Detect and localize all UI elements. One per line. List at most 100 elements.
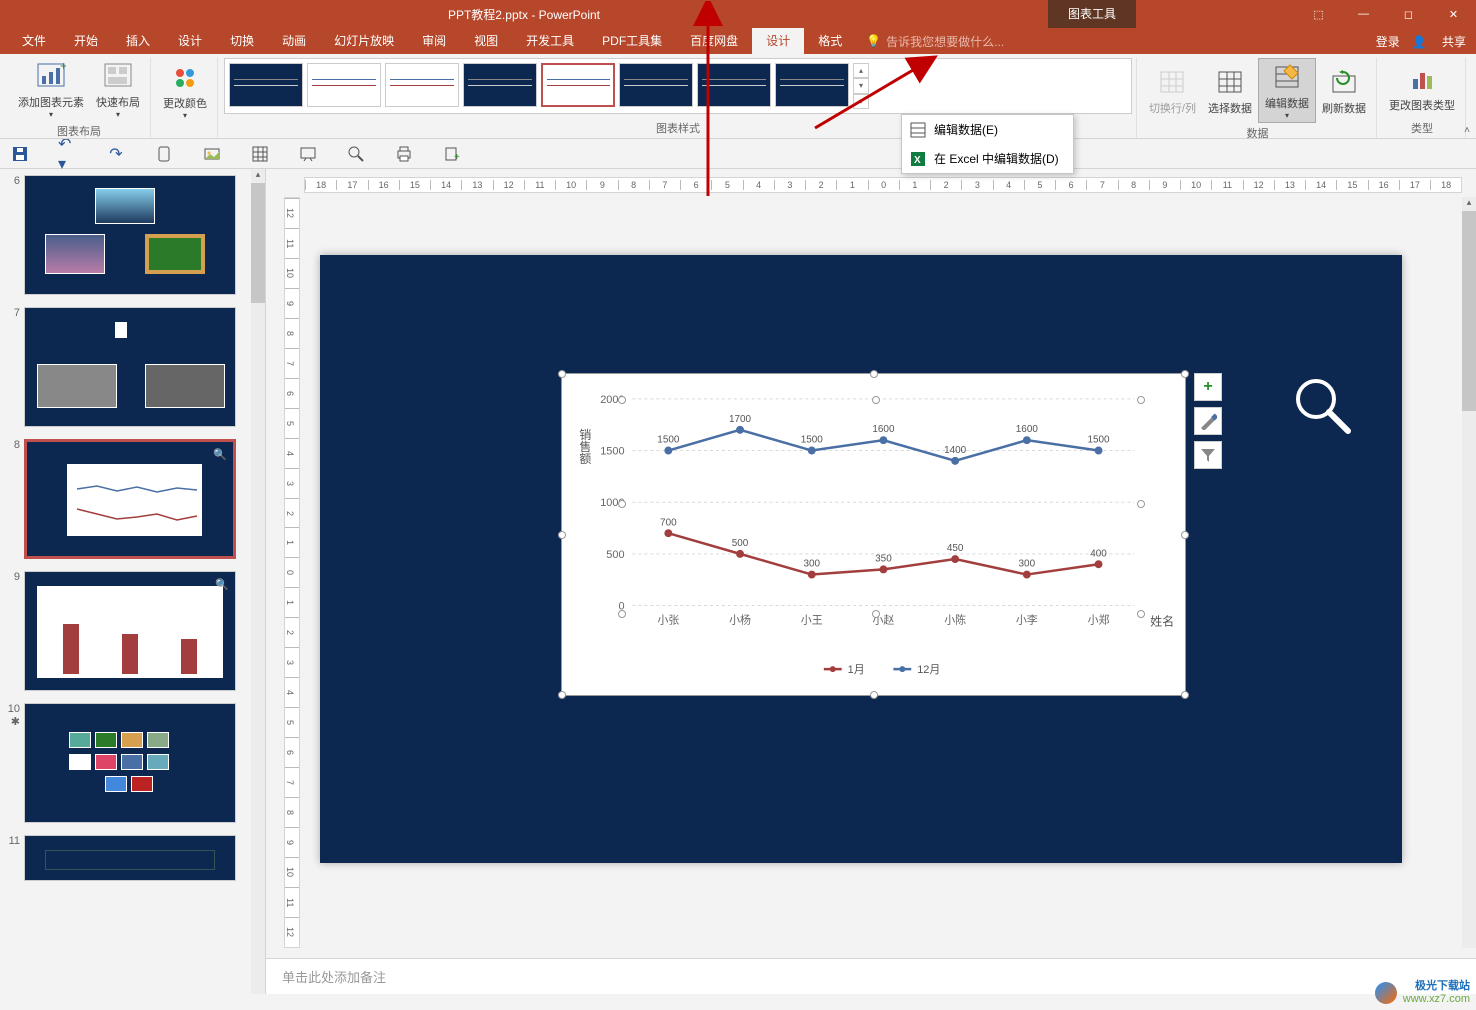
svg-text:1600: 1600 — [872, 424, 895, 435]
share-button[interactable]: 👤 共享 — [1412, 33, 1466, 50]
tab-chart-format[interactable]: 格式 — [804, 28, 856, 54]
chart-style-3[interactable] — [385, 63, 459, 107]
tab-review[interactable]: 审阅 — [408, 28, 460, 54]
slide-thumb-7[interactable]: 7 — [6, 307, 255, 427]
zoom-icon: 🔍 — [213, 448, 227, 461]
qat-slideshow[interactable] — [298, 144, 318, 164]
qat-new-slide[interactable]: + — [442, 144, 462, 164]
style-scroll-down[interactable]: ▾ — [853, 78, 869, 93]
tab-transition[interactable]: 切换 — [216, 28, 268, 54]
resize-handle-e[interactable] — [1181, 531, 1189, 539]
resize-handle-n[interactable] — [870, 370, 878, 378]
slide-thumb-6[interactable]: 6 — [6, 175, 255, 295]
plot-handle[interactable] — [872, 610, 880, 618]
chart-style-2[interactable] — [307, 63, 381, 107]
tab-home[interactable]: 开始 — [60, 28, 112, 54]
select-data-icon — [1214, 66, 1246, 98]
qat-redo[interactable]: ↷ — [106, 144, 126, 164]
login-link[interactable]: 登录 — [1376, 33, 1400, 50]
notes-pane[interactable]: 单击此处添加备注 — [266, 958, 1476, 994]
select-data-button[interactable]: 选择数据 — [1202, 58, 1258, 123]
add-chart-element-button[interactable]: + 添加图表元素▾ — [12, 58, 90, 121]
resize-handle-se[interactable] — [1181, 691, 1189, 699]
switch-row-col-button[interactable]: 切换行/列 — [1143, 58, 1202, 123]
slide-thumb-9[interactable]: 9 🔍 — [6, 571, 255, 691]
chart-elements-button[interactable]: + — [1194, 373, 1222, 401]
plot-handle[interactable] — [1137, 396, 1145, 404]
quick-layout-button[interactable]: 快速布局▾ — [90, 58, 146, 121]
plot-handle[interactable] — [618, 396, 626, 404]
horizontal-ruler: 1817161514131211109876543210123456789101… — [304, 177, 1462, 193]
ribbon-content: + 添加图表元素▾ 快速布局▾ 图表布局 更改颜色▾ — [0, 54, 1476, 139]
style-scroll-up[interactable]: ▴ — [853, 63, 869, 78]
ribbon-options-button[interactable]: ⬚ — [1296, 0, 1341, 28]
qat-save[interactable] — [10, 144, 30, 164]
excel-icon: X — [910, 151, 926, 167]
refresh-data-button[interactable]: 刷新数据 — [1316, 58, 1372, 123]
editor-vertical-scrollbar[interactable]: ▴ — [1462, 197, 1476, 948]
slide-thumb-10[interactable]: 10✱ — [6, 703, 255, 823]
close-button[interactable]: ✕ — [1431, 0, 1476, 28]
tab-chart-design[interactable]: 设计 — [752, 28, 804, 54]
tab-slideshow[interactable]: 幻灯片放映 — [320, 28, 408, 54]
chart-style-1[interactable] — [229, 63, 303, 107]
slide-thumb-11[interactable]: 11 — [6, 835, 255, 881]
chart-style-6[interactable] — [619, 63, 693, 107]
svg-text:700: 700 — [660, 517, 677, 528]
slide-canvas[interactable]: 0500100015002000小张小杨小王小赵小陈小李小郑7005003003… — [320, 255, 1402, 863]
qat-undo[interactable]: ↶ ▾ — [58, 144, 78, 164]
tab-file[interactable]: 文件 — [8, 28, 60, 54]
minimize-button[interactable]: — — [1341, 0, 1386, 28]
chart-filter-button[interactable] — [1194, 441, 1222, 469]
collapse-ribbon-button[interactable]: ˄ — [1464, 125, 1470, 136]
tell-me-search[interactable]: 💡 告诉我您想要做什么... — [856, 33, 1363, 50]
plot-handle[interactable] — [1137, 500, 1145, 508]
chart-style-7[interactable] — [697, 63, 771, 107]
chart-style-8[interactable] — [775, 63, 849, 107]
change-color-button[interactable]: 更改颜色▾ — [157, 58, 213, 122]
title-bar: PPT教程2.pptx - PowerPoint 图表工具 ⬚ — ◻ ✕ — [0, 0, 1476, 28]
chart-style-5[interactable] — [541, 63, 615, 107]
svg-text:X: X — [914, 155, 921, 166]
qat-table[interactable] — [250, 144, 270, 164]
svg-text:1600: 1600 — [1016, 424, 1039, 435]
menu-edit-data[interactable]: 编辑数据(E) — [902, 115, 1073, 144]
tab-design[interactable]: 设计 — [164, 28, 216, 54]
svg-text:姓名: 姓名 — [1150, 614, 1174, 628]
resize-handle-w[interactable] — [558, 531, 566, 539]
plot-handle[interactable] — [618, 500, 626, 508]
tab-pdf-tools[interactable]: PDF工具集 — [588, 28, 676, 54]
plot-handle[interactable] — [1137, 610, 1145, 618]
svg-text:12月: 12月 — [917, 664, 940, 676]
style-gallery-expand[interactable]: ▾ — [853, 94, 869, 109]
chart-style-4[interactable] — [463, 63, 537, 107]
edit-data-dropdown: 编辑数据(E) X 在 Excel 中编辑数据(D) — [901, 114, 1074, 174]
qat-picture[interactable] — [202, 144, 222, 164]
resize-handle-nw[interactable] — [558, 370, 566, 378]
edit-data-button[interactable]: 编辑数据▾ — [1258, 58, 1316, 123]
maximize-button[interactable]: ◻ — [1386, 0, 1431, 28]
tab-baidu[interactable]: 百度网盘 — [676, 28, 752, 54]
plot-handle[interactable] — [872, 396, 880, 404]
resize-handle-ne[interactable] — [1181, 370, 1189, 378]
slide-thumb-8[interactable]: 8 🔍 — [6, 439, 255, 559]
change-chart-type-button[interactable]: 更改图表类型 — [1383, 58, 1461, 118]
tab-view[interactable]: 视图 — [460, 28, 512, 54]
resize-handle-s[interactable] — [870, 691, 878, 699]
chart-object[interactable]: 0500100015002000小张小杨小王小赵小陈小李小郑7005003003… — [561, 373, 1186, 696]
thumbnail-scrollbar[interactable]: ▴ — [251, 169, 265, 994]
plot-handle[interactable] — [618, 610, 626, 618]
slide-thumbnail-panel[interactable]: 6 7 8 🔍 9 — [0, 169, 266, 994]
resize-handle-sw[interactable] — [558, 691, 566, 699]
qat-quick-print[interactable] — [394, 144, 414, 164]
group-data: 切换行/列 选择数据 编辑数据▾ 刷新数据 数据 — [1139, 58, 1377, 138]
quick-access-toolbar: ↶ ▾ ↷ + — [0, 139, 1476, 169]
chart-styles-button[interactable] — [1194, 407, 1222, 435]
tab-animation[interactable]: 动画 — [268, 28, 320, 54]
tab-insert[interactable]: 插入 — [112, 28, 164, 54]
qat-touch-mode[interactable] — [154, 144, 174, 164]
tab-developer[interactable]: 开发工具 — [512, 28, 588, 54]
watermark: 极光下载站 www.xz7.com — [1375, 980, 1470, 1006]
qat-zoom[interactable] — [346, 144, 366, 164]
menu-edit-data-excel[interactable]: X 在 Excel 中编辑数据(D) — [902, 144, 1073, 173]
